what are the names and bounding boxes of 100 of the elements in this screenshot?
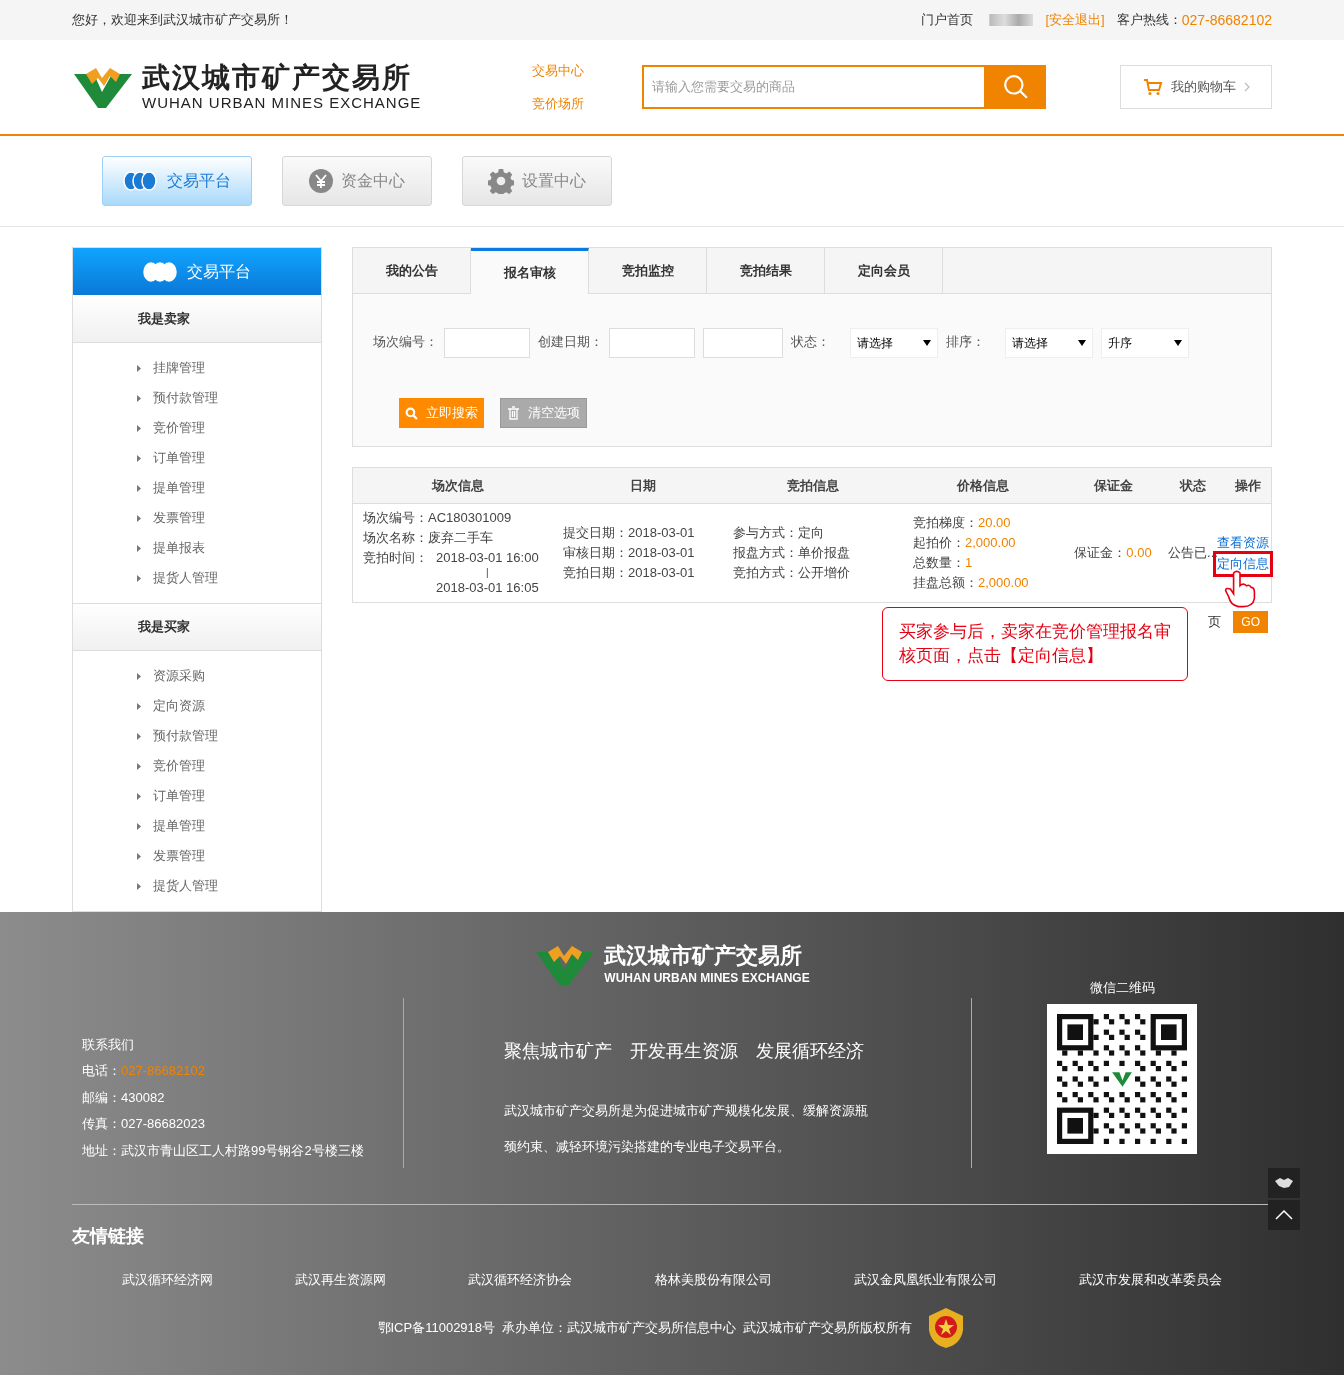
sidebar-item[interactable]: 提单管理 [73, 811, 321, 841]
sidebar-item[interactable]: 发票管理 [73, 841, 321, 871]
sidebar-item[interactable]: 资源采购 [73, 661, 321, 691]
slogan-text: 开发再生资源 [630, 1040, 738, 1063]
triangle-bullet-icon [137, 454, 141, 462]
triangle-bullet-icon [137, 852, 141, 860]
triangle-bullet-icon [137, 394, 141, 402]
contact-info: 电话：027-86682102 [82, 1062, 206, 1080]
filter-input[interactable] [703, 328, 783, 358]
column-header: 状态 [1178, 476, 1207, 495]
sidebar-item[interactable]: 订单管理 [73, 443, 321, 473]
column-header: 竞拍信息 [786, 476, 840, 495]
hotline-number: 027-86682102 [1181, 10, 1272, 30]
trash-icon [507, 406, 520, 420]
triangle-bullet-icon [137, 672, 141, 680]
filter-input[interactable] [609, 328, 695, 358]
slogan-text: 聚焦城市矿产 [504, 1040, 612, 1063]
triangle-bullet-icon [137, 882, 141, 890]
home-link[interactable]: 门户首页 [921, 10, 974, 30]
auction-info: 报盘方式：单价报盘 [733, 544, 851, 562]
search-icon [1003, 74, 1029, 100]
search-button[interactable] [986, 65, 1046, 109]
sidebar-item[interactable]: 提货人管理 [73, 871, 321, 901]
footer-logo-title: 武汉城市矿产交易所 [604, 943, 804, 969]
platform-tab[interactable]: 设置中心 [462, 156, 612, 206]
session-info: 场次编号：AC180301009 [363, 509, 513, 527]
cart-icon [1142, 78, 1163, 96]
auction-info: 参与方式：定向 [733, 524, 825, 542]
qr-label: 微信二维码 [1089, 979, 1155, 997]
sidebar-item[interactable]: 定向资源 [73, 691, 321, 721]
sidebar-item[interactable]: 竞价管理 [73, 751, 321, 781]
content-tab[interactable]: 竞拍监控 [589, 248, 707, 293]
sidebar-item[interactable]: 竞价管理 [73, 413, 321, 443]
back-to-top-button[interactable] [1268, 1200, 1300, 1230]
auction-info: 竞拍方式：公开增价 [733, 564, 851, 582]
triangle-bullet-icon [137, 544, 141, 552]
gear-icon [488, 168, 514, 194]
column-header: 操作 [1234, 476, 1262, 495]
yen-icon [309, 169, 333, 193]
hotline-label: 客户热线： [1116, 11, 1182, 30]
sidebar-item[interactable]: 提单管理 [73, 473, 321, 503]
content-tab[interactable]: 报名审核 [471, 248, 589, 294]
date-info: 审核日期：2018-03-01 [563, 544, 696, 562]
price-info: 竞拍梯度：20.00 [913, 514, 1012, 532]
logo-subtitle: WUHAN URBAN MINES EXCHANGE [142, 94, 422, 112]
action-link[interactable]: 定向信息 [1216, 554, 1270, 574]
coins-icon [123, 171, 159, 191]
session-info: 场次名称：废弃二手车 [363, 529, 494, 547]
content-tab[interactable]: 竞拍结果 [707, 248, 825, 293]
filter-select[interactable]: 请选择 [850, 328, 938, 358]
contact-title: 联系我们 [82, 1035, 135, 1054]
triangle-bullet-icon [137, 574, 141, 582]
links-title: 友情链接 [72, 1226, 144, 1246]
sidebar-item[interactable]: 预付款管理 [73, 721, 321, 751]
platform-tab[interactable]: 交易平台 [102, 156, 252, 206]
callout-box: 买家参与后，卖家在竞价管理报名审核页面，点击【定向信息】 [882, 607, 1188, 681]
friend-link[interactable]: 武汉市发展和改革委员会 [1078, 1270, 1222, 1290]
handshake-button[interactable] [1268, 1168, 1300, 1198]
friend-link[interactable]: 武汉循环经济协会 [468, 1270, 573, 1290]
column-header: 保证金 [1092, 476, 1134, 495]
price-info: 起拍价：2,000.00 [913, 534, 1017, 552]
filter-input[interactable] [444, 328, 530, 358]
friend-link[interactable]: 武汉循环经济网 [122, 1270, 213, 1290]
auction-time-label: 竞拍时间： [363, 549, 428, 567]
filter-select[interactable]: 升序 [1101, 328, 1189, 358]
blurred-username [989, 14, 1034, 26]
friend-link[interactable]: 格林美股份有限公司 [654, 1270, 772, 1290]
contact-info: 地址：武汉市青山区工人村路99号钢谷2号楼三楼 [82, 1141, 365, 1160]
coins-icon [143, 261, 179, 282]
column-header: 场次信息 [430, 476, 485, 495]
search-field[interactable]: 请输入您需要交易的商品 [642, 65, 986, 109]
friend-link[interactable]: 武汉金凤凰纸业有限公司 [853, 1270, 997, 1290]
content-tab[interactable]: 定向会员 [825, 248, 943, 293]
filter-label: 排序： [946, 333, 985, 351]
auction-time: 2018-03-01 16:00 [436, 549, 539, 567]
filter-select[interactable]: 请选择 [1005, 328, 1093, 358]
action-link[interactable]: 查看资源 [1216, 532, 1270, 552]
price-info: 总数量：1 [913, 554, 974, 572]
friend-link[interactable]: 武汉再生资源网 [295, 1270, 387, 1290]
date-info: 竞拍日期：2018-03-01 [563, 564, 696, 582]
sidebar-item[interactable]: 订单管理 [73, 781, 321, 811]
triangle-bullet-icon [137, 762, 141, 770]
dropdown-arrow-icon [1078, 340, 1086, 346]
pagination-text: 页 [1208, 613, 1222, 632]
dropdown-arrow-icon [1174, 340, 1182, 346]
filter-label: 创建日期： [538, 333, 603, 351]
deposit-info: 保证金：0.00 [1073, 544, 1153, 563]
sidebar-item[interactable]: 发票管理 [73, 503, 321, 533]
sidebar-item[interactable]: 预付款管理 [73, 383, 321, 413]
search-icon [405, 406, 418, 420]
sidebar-item[interactable]: 提单报表 [73, 533, 321, 563]
contact-info: 邮编：430082 [82, 1088, 166, 1107]
triangle-bullet-icon [137, 702, 141, 710]
column-header: 日期 [629, 476, 657, 495]
sidebar-item[interactable]: 挂牌管理 [73, 353, 321, 383]
sidebar-group-title: 我是买家 [138, 618, 190, 637]
sidebar-item[interactable]: 提货人管理 [73, 563, 321, 593]
triangle-bullet-icon [137, 364, 141, 372]
platform-tab[interactable]: 资金中心 [282, 156, 432, 206]
cart-button[interactable]: 我的购物车 [1120, 65, 1272, 109]
